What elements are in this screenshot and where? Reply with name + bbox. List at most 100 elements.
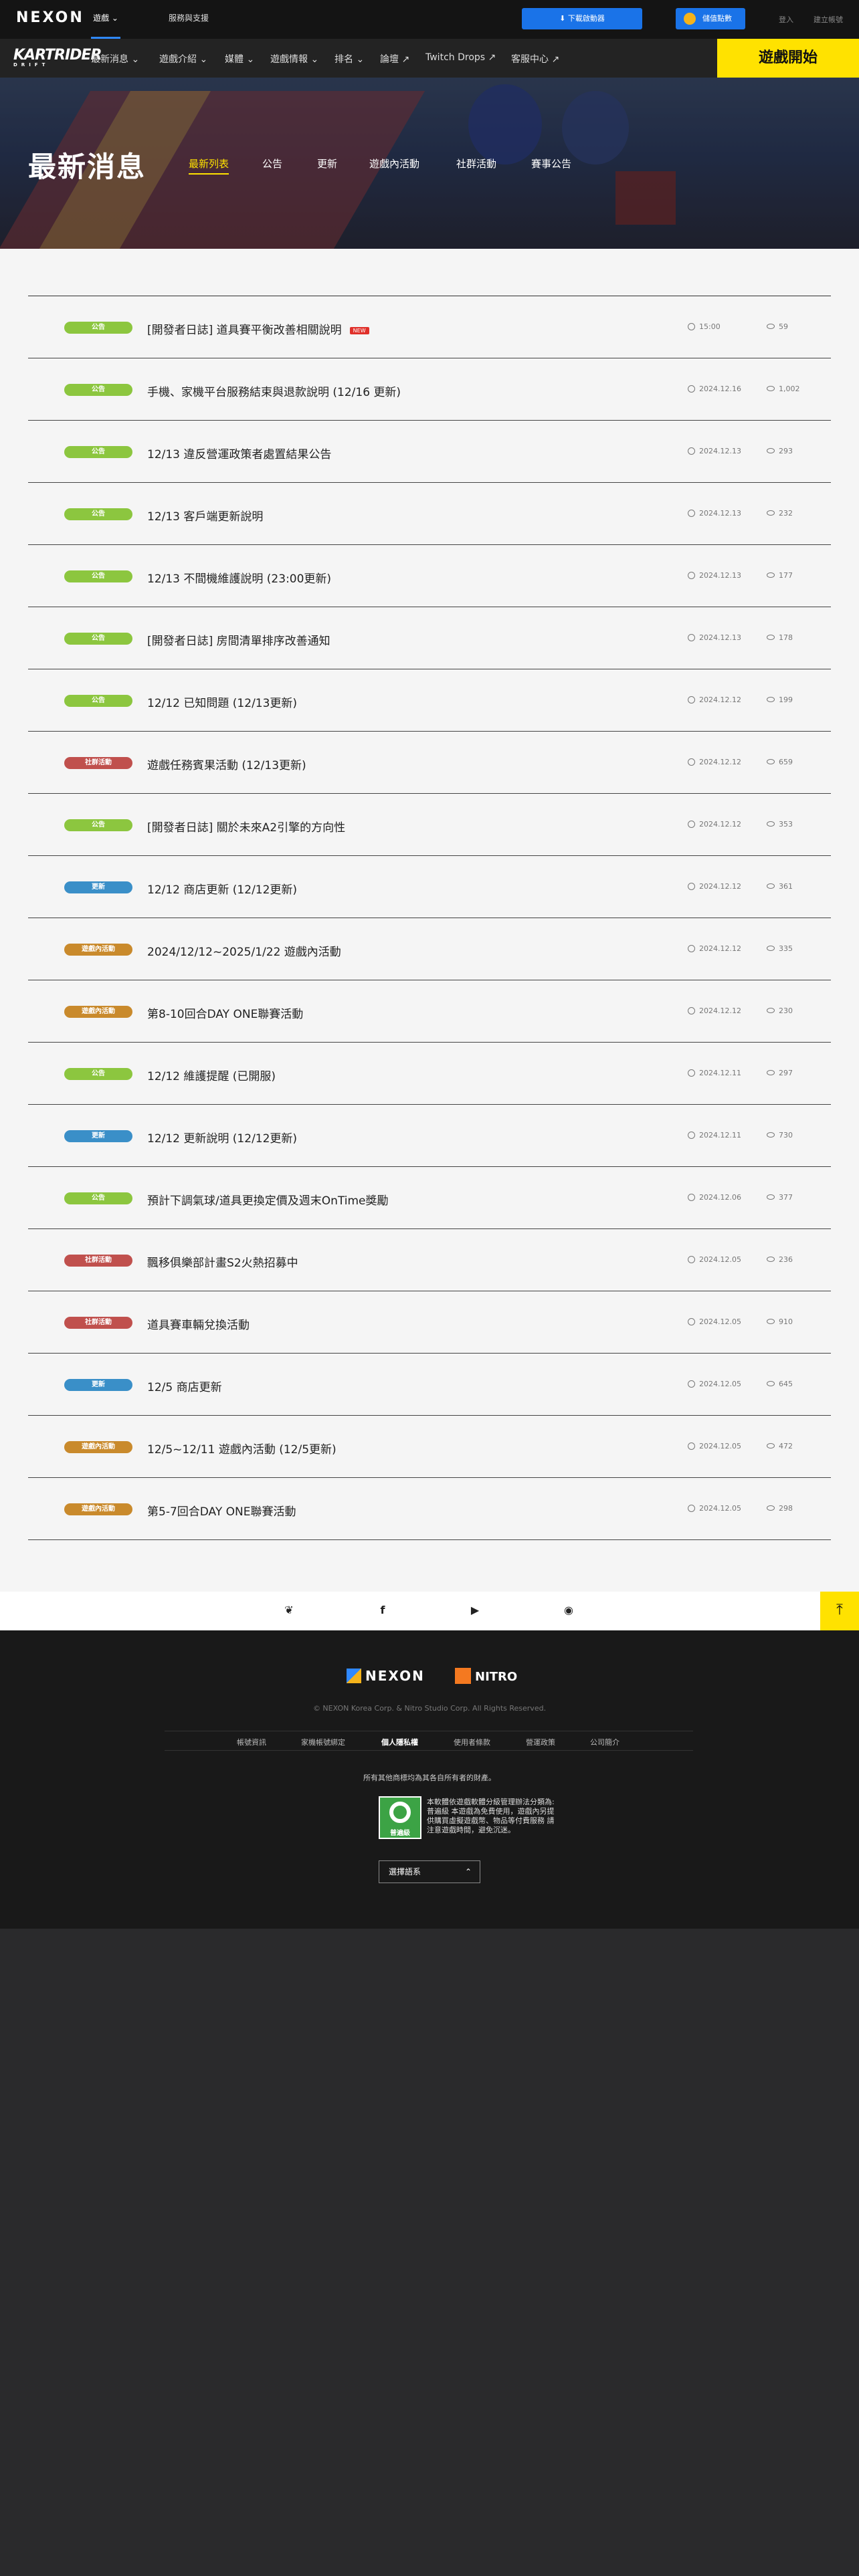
news-date-text: 2024.12.11 [699,1131,741,1140]
footer-link-policy[interactable]: 營運政策 [526,1737,555,1747]
kartrider-logo[interactable]: KARTRIDER DRIFT [13,47,102,68]
news-row[interactable]: 公告 [開發者日誌] 關於未來A2引擎的方向性 2024.12.12 353 [28,794,831,856]
news-row[interactable]: 公告 12/12 已知問題 (12/13更新) 2024.12.12 199 [28,669,831,732]
arrow-up-icon[interactable]: ⤒ [820,1592,859,1630]
news-title-text: [開發者日誌] 關於未來A2引擎的方向性 [147,821,346,835]
game-start-button[interactable]: 遊戲開始 [717,39,859,78]
nav-item-forum[interactable]: 論壇 ↗ [380,52,409,66]
news-views: 59 [767,322,788,331]
eye-icon [767,1257,775,1262]
news-title[interactable]: [開發者日誌] 道具賽平衡改善相關說明 NEW [147,320,369,337]
external-link-icon: ↗ [401,54,410,65]
rating-label: 普遍級 [390,1830,410,1837]
news-title[interactable]: 第8-10回合DAY ONE聯賽活動 [147,1004,303,1021]
news-title[interactable]: 12/12 維護提醒 (已開服) [147,1067,276,1083]
news-row[interactable]: 公告 12/13 客戶端更新說明 2024.12.13 232 [28,483,831,545]
news-row[interactable]: 公告 手機、家機平台服務結束與退款說明 (12/16 更新) 2024.12.16 1… [28,358,831,421]
chevron-up-icon: ⌃ [464,1867,472,1876]
nexon-logo[interactable]: NEXON [16,9,84,26]
news-row[interactable]: 公告 [開發者日誌] 房間清單排序改善通知 2024.12.13 178 [28,607,831,669]
download-launcher-button[interactable]: ⬇ 下載啟動器 [522,8,642,29]
footer-nitro-logo[interactable]: NITRO [455,1668,517,1684]
news-row[interactable]: 公告 預計下調氣球/道具更換定價及週末OnTime獎勵 2024.12.06 377 [28,1167,831,1229]
news-title[interactable]: [開發者日誌] 房間清單排序改善通知 [147,631,330,648]
news-row[interactable]: 公告 [開發者日誌] 道具賽平衡改善相關說明 NEW 15:00 59 [28,296,831,358]
news-title[interactable]: 飄移俱樂部計畫S2火熱招募中 [147,1253,298,1270]
clock-icon [688,758,695,766]
footer-link-privacy[interactable]: 個人隱私權 [381,1737,418,1747]
news-title[interactable]: 2024/12/12~2025/1/22 遊戲內活動 [147,942,341,959]
footer-nexon-logo[interactable]: NEXON [347,1668,425,1684]
news-row[interactable]: 社群活動 飄移俱樂部計畫S2火熱招募中 2024.12.05 236 [28,1229,831,1291]
facebook-icon[interactable]: f [375,1604,391,1616]
bird-icon[interactable]: ❦ [281,1604,297,1616]
footer-link-terms[interactable]: 使用者條款 [454,1737,490,1747]
tab-community-event[interactable]: 社群活動 [456,156,496,171]
news-title[interactable]: 遊戲任務賓果活動 (12/13更新) [147,756,306,772]
news-row[interactable]: 更新 12/12 更新說明 (12/12更新) 2024.12.11 730 [28,1105,831,1167]
external-link-icon: ↗ [551,54,560,65]
nav-item-intro[interactable]: 遊戲介紹 ⌄ [159,52,207,66]
news-title[interactable]: 12/12 更新說明 (12/12更新) [147,1129,297,1146]
top-tab-support[interactable]: 服務與支援 [169,0,209,39]
news-row[interactable]: 遊戲內活動 第5-7回合DAY ONE聯賽活動 2024.12.05 298 [28,1478,831,1540]
footer-link-console[interactable]: 家機帳號綁定 [301,1737,345,1747]
news-title[interactable]: 12/5~12/11 遊戲內活動 (12/5更新) [147,1440,337,1457]
news-row[interactable]: 更新 12/5 商店更新 2024.12.05 645 [28,1354,831,1416]
news-title[interactable]: 12/13 不間機維護說明 (23:00更新) [147,569,331,586]
nav-item-support[interactable]: 客服中心 ↗ [511,52,559,66]
news-date-text: 2024.12.12 [699,758,741,766]
news-date: 2024.12.12 [688,695,741,704]
news-title[interactable]: 第5-7回合DAY ONE聯賽活動 [147,1502,296,1519]
nav-item-media[interactable]: 媒體 ⌄ [225,52,254,66]
language-select[interactable]: 選擇語系 ⌃ [379,1860,480,1883]
news-row[interactable]: 遊戲內活動 第8-10回合DAY ONE聯賽活動 2024.12.12 230 [28,980,831,1043]
tab-latest[interactable]: 最新列表 [189,156,229,175]
news-row[interactable]: 公告 12/12 維護提醒 (已開服) 2024.12.11 297 [28,1043,831,1105]
news-title[interactable]: [開發者日誌] 關於未來A2引擎的方向性 [147,818,345,835]
news-row[interactable]: 公告 12/13 不間機維護說明 (23:00更新) 2024.12.13 177 [28,545,831,607]
news-title[interactable]: 12/13 違反營運政策者處置結果公告 [147,445,331,461]
category-badge: 遊戲內活動 [64,944,132,956]
news-title[interactable]: 手機、家機平台服務結束與退款說明 (12/16 更新) [147,383,401,399]
news-title[interactable]: 12/5 商店更新 [147,1378,222,1394]
footer-link-company[interactable]: 公司簡介 [590,1737,619,1747]
news-row[interactable]: 公告 12/13 違反營運政策者處置結果公告 2024.12.13 293 [28,421,831,483]
nav-item-label: 最新消息 [91,54,128,65]
category-badge: 更新 [64,881,132,893]
hero-banner: 最新消息 最新列表 公告 更新 遊戲內活動 社群活動 賽事公告 [0,78,859,249]
footer-link-account[interactable]: 帳號資訊 [237,1737,266,1747]
clock-icon [688,634,695,641]
news-row[interactable]: 更新 12/12 商店更新 (12/12更新) 2024.12.12 361 [28,856,831,918]
nav-item-info[interactable]: 遊戲情報 ⌄ [270,52,318,66]
tab-update[interactable]: 更新 [317,156,337,171]
clock-icon [688,510,695,517]
youtube-icon[interactable]: ▶ [467,1604,483,1616]
nav-item-ranking[interactable]: 排名 ⌄ [335,52,364,66]
news-title[interactable]: 12/12 商店更新 (12/12更新) [147,880,297,897]
nav-item-label: 遊戲介紹 [159,54,197,65]
tab-announce[interactable]: 公告 [262,156,282,171]
clock-icon [688,1007,695,1014]
cash-button[interactable]: 儲值點數 [676,8,745,29]
news-date: 2024.12.05 [688,1317,741,1326]
top-tab-games[interactable]: 遊戲 ⌄ [91,0,120,39]
news-title[interactable]: 12/12 已知問題 (12/13更新) [147,693,297,710]
news-row[interactable]: 遊戲內活動 2024/12/12~2025/1/22 遊戲內活動 2024.12.1… [28,918,831,980]
news-views: 177 [767,571,793,580]
news-title[interactable]: 道具賽車輛兌換活動 [147,1315,250,1332]
news-title[interactable]: 12/13 客戶端更新說明 [147,507,263,524]
discord-icon[interactable]: ◉ [561,1604,577,1616]
login-link[interactable]: 登入 [779,14,793,25]
nav-item-twitch[interactable]: Twitch Drops ↗ [425,52,496,63]
news-title[interactable]: 預計下調氣球/道具更換定價及週末OnTime獎勵 [147,1191,389,1208]
register-link[interactable]: 建立帳號 [814,14,843,25]
tab-esports[interactable]: 賽事公告 [531,156,571,171]
language-label: 選擇語系 [389,1867,421,1876]
news-row[interactable]: 社群活動 遊戲任務賓果活動 (12/13更新) 2024.12.12 659 [28,732,831,794]
nav-item-news[interactable]: 最新消息 ⌄ [91,52,139,66]
tab-ingame-event[interactable]: 遊戲內活動 [369,156,419,171]
news-title-text: 飄移俱樂部計畫S2火熱招募中 [147,1257,298,1270]
news-row[interactable]: 遊戲內活動 12/5~12/11 遊戲內活動 (12/5更新) 2024.12.05… [28,1416,831,1478]
news-row[interactable]: 社群活動 道具賽車輛兌換活動 2024.12.05 910 [28,1291,831,1354]
